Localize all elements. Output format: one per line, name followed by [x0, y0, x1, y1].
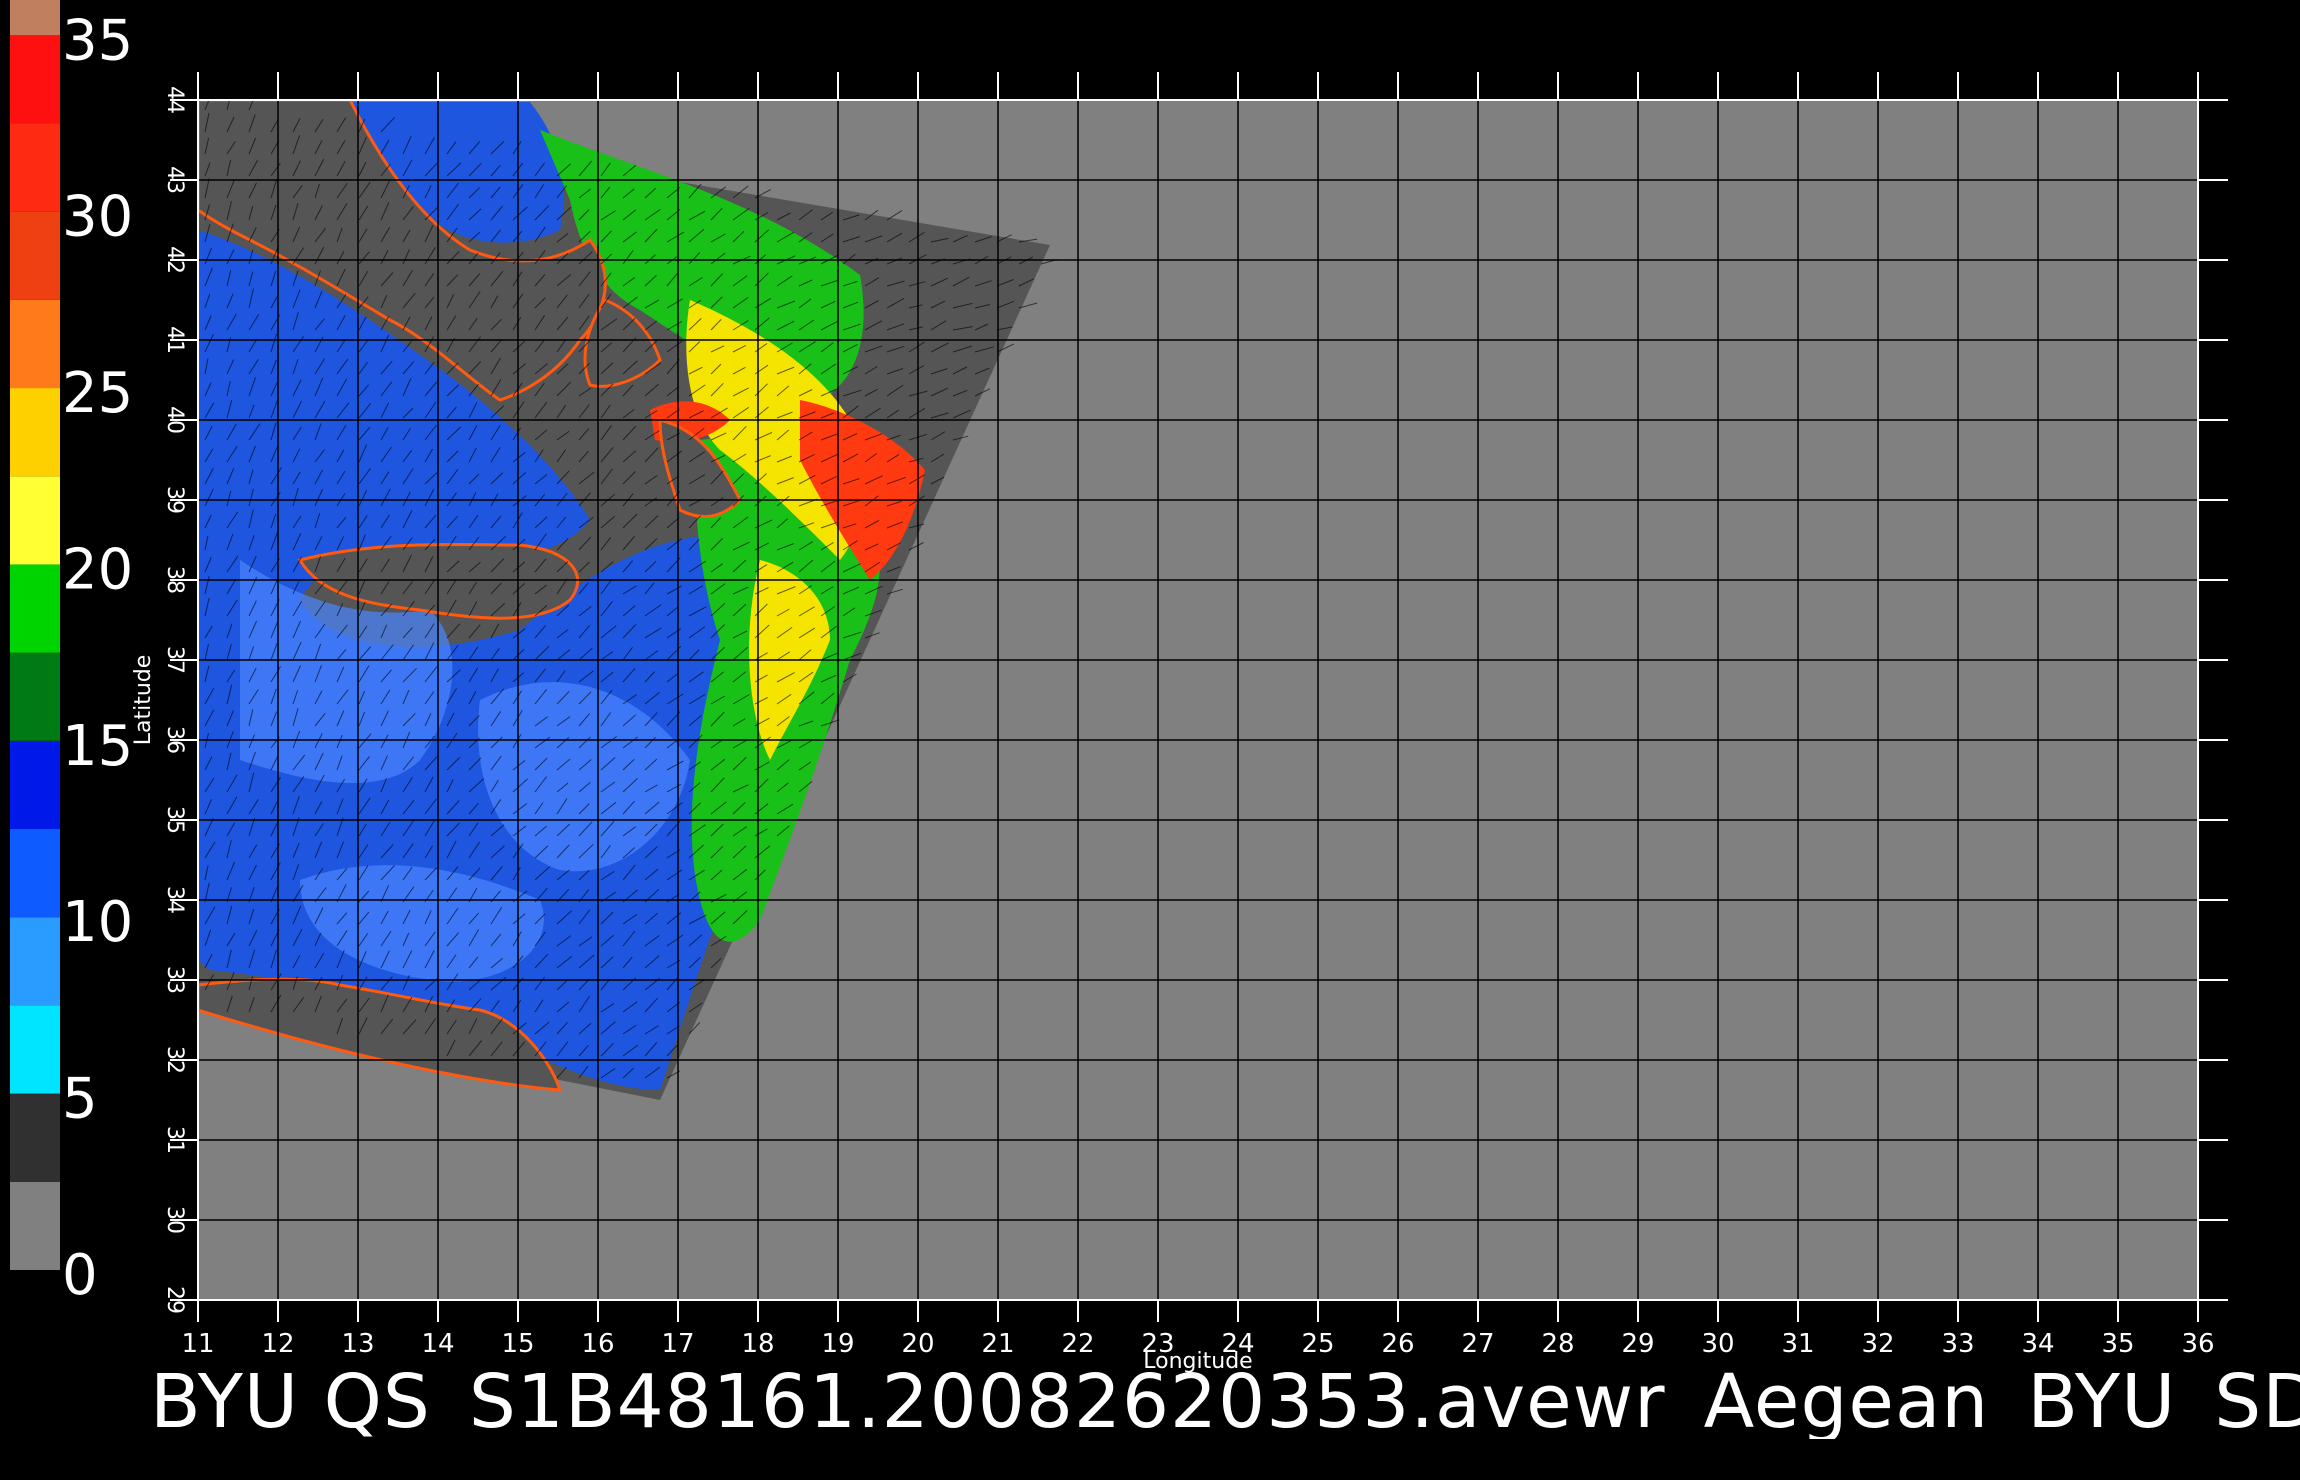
longitude-tick-label: 28: [1541, 1329, 1574, 1359]
longitude-tick-label: 34: [2021, 1329, 2054, 1359]
latitude-tick-label: 34: [162, 886, 187, 914]
longitude-tick-label: 20: [901, 1329, 934, 1359]
longitude-tick-label: 18: [741, 1329, 774, 1359]
longitude-tick-label: 31: [1781, 1329, 1814, 1359]
longitude-tick-label: 13: [341, 1329, 374, 1359]
colorbar-segment-10: [10, 299, 60, 389]
longitude-tick-label: 22: [1061, 1329, 1094, 1359]
latitude-tick-label: 35: [162, 806, 187, 834]
colorbar-segment-1: [10, 1093, 60, 1182]
map-viewer: 35 30 25 20 15 10 5 0 11 12 13 14 15 16 17 18 19 20 21 22 2…: [10, 0, 2228, 1374]
colorbar-tick-label: 10: [62, 890, 133, 955]
colorbar-tick-label: 5: [62, 1067, 98, 1132]
colorbar-segment-3: [10, 917, 60, 1006]
latitude-tick-label: 42: [162, 246, 187, 274]
colorbar-tick-label: 15: [62, 714, 133, 779]
plot-area: 11 12 13 14 15 16 17 18 19 20 21 22 23 24 25 26 27 28 29 30…: [131, 72, 2228, 1374]
colorbar: [10, 0, 60, 1270]
latitude-tick-label: 37: [162, 646, 187, 674]
latitude-tick-label: 40: [162, 406, 187, 434]
longitude-tick-label: 25: [1301, 1329, 1334, 1359]
latitude-tick-label: 31: [162, 1126, 187, 1154]
colorbar-segment-4: [10, 829, 60, 918]
latitude-tick-label: 38: [162, 566, 187, 594]
latitude-tick-label: 39: [162, 486, 187, 514]
longitude-tick-label: 36: [2181, 1329, 2214, 1359]
longitude-tick-label: 17: [661, 1329, 694, 1359]
longitude-tick-label: 32: [1861, 1329, 1894, 1359]
colorbar-segment-6: [10, 652, 60, 741]
y-axis-label: Latitude: [131, 655, 156, 746]
longitude-tick-label: 29: [1621, 1329, 1654, 1359]
latitude-tick-label: 43: [162, 166, 187, 194]
latitude-tick-label: 44: [162, 86, 187, 114]
latitude-tick-label: 41: [162, 326, 187, 354]
longitude-tick-label: 16: [581, 1329, 614, 1359]
colorbar-tick-label: 35: [62, 8, 133, 73]
longitude-tick-label: 21: [981, 1329, 1014, 1359]
colorbar-segment-8: [10, 476, 60, 565]
colorbar-segment-14: [10, 0, 60, 36]
colorbar-tick-label: 0: [62, 1243, 98, 1308]
longitude-tick-label: 30: [1701, 1329, 1734, 1359]
colorbar-segment-7: [10, 564, 60, 653]
colorbar-labels: 35 30 25 20 15 10 5 0: [62, 8, 133, 1308]
colorbar-tick-label: 20: [62, 537, 133, 602]
colorbar-segment-2: [10, 1005, 60, 1094]
colorbar-tick-label: 30: [62, 185, 133, 250]
longitude-tick-label: 11: [181, 1329, 214, 1359]
colorbar-segment-12: [10, 123, 60, 212]
colorbar-tick-label: 25: [62, 361, 133, 426]
colorbar-segment-13: [10, 35, 60, 124]
latitude-tick-label: 36: [162, 726, 187, 754]
colorbar-segment-5: [10, 740, 60, 830]
longitude-tick-label: 19: [821, 1329, 854, 1359]
longitude-tick-label: 27: [1461, 1329, 1494, 1359]
image-caption: BYU QS_S1B48161.20082620353.avewr_Aegean…: [150, 1365, 2300, 1439]
longitude-tick-label: 14: [421, 1329, 454, 1359]
latitude-tick-label: 33: [162, 966, 187, 994]
longitude-tick-label: 35: [2101, 1329, 2134, 1359]
longitude-tick-label: 12: [261, 1329, 294, 1359]
colorbar-segment-9: [10, 388, 60, 477]
colorbar-segment-11: [10, 211, 60, 300]
colorbar-segment-0: [10, 1181, 60, 1270]
latitude-tick-label: 30: [162, 1206, 187, 1234]
latitude-tick-label: 32: [162, 1046, 187, 1074]
latitude-tick-label: 29: [162, 1286, 187, 1314]
longitude-tick-label: 33: [1941, 1329, 1974, 1359]
longitude-tick-label: 26: [1381, 1329, 1414, 1359]
longitude-tick-label: 15: [501, 1329, 534, 1359]
latitude-tick-labels: 29 30 31 32 33 34 35 36 37 38 39 40 41 42 43 44: [162, 86, 187, 1314]
